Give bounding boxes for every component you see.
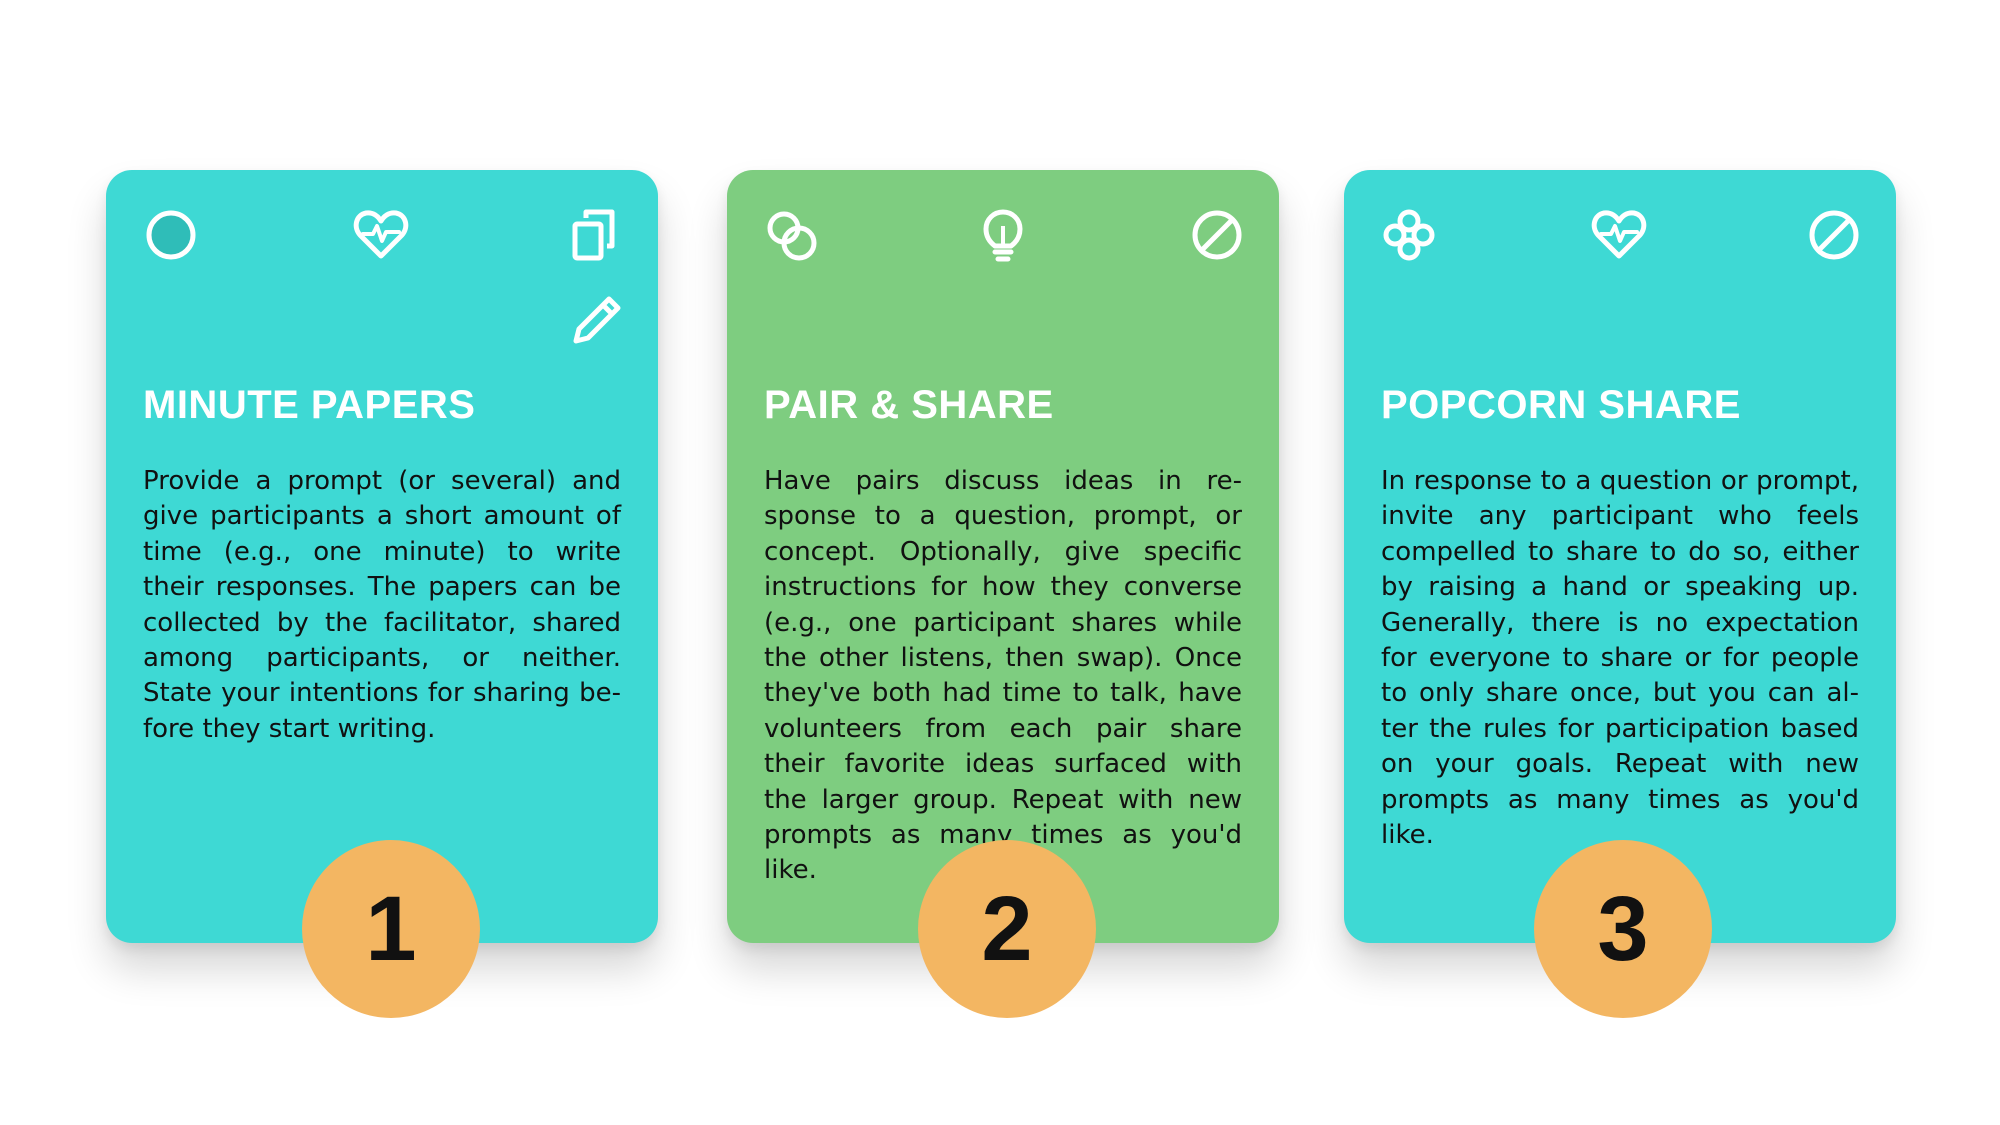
activity-card-pair-share[interactable]: PAIR & SHARE Have pairs discuss ideas in… bbox=[727, 170, 1279, 943]
activity-card-minute-papers[interactable]: MINUTE PAPERS Provide a prompt (or sever… bbox=[106, 170, 658, 943]
activity-card-popcorn-share[interactable]: POPCORN SHARE In response to a question … bbox=[1344, 170, 1896, 943]
step-badge-2: 2 bbox=[918, 840, 1096, 1018]
heartbeat-icon bbox=[352, 206, 410, 264]
copy-icon bbox=[566, 206, 624, 264]
card-title: MINUTE PAPERS bbox=[143, 383, 476, 427]
slash-circle-icon bbox=[1188, 206, 1246, 264]
circle-cluster-icon bbox=[1380, 206, 1438, 264]
step-badge-3: 3 bbox=[1534, 840, 1712, 1018]
card-description: Have pairs discuss ideas in re­sponse to… bbox=[764, 466, 1242, 886]
pencil-icon bbox=[566, 291, 624, 349]
card-description: In response to a question or prompt, inv… bbox=[1381, 466, 1859, 851]
slash-circle-icon bbox=[1805, 206, 1863, 264]
circle-icon bbox=[142, 206, 200, 264]
heartbeat-icon bbox=[1590, 206, 1648, 264]
card-title: POPCORN SHARE bbox=[1381, 383, 1741, 427]
step-badge-1: 1 bbox=[302, 840, 480, 1018]
card-title: PAIR & SHARE bbox=[764, 383, 1054, 427]
lightbulb-icon bbox=[974, 206, 1032, 264]
overlapping-circles-icon bbox=[763, 206, 821, 264]
card-description: Provide a prompt (or several) and give p… bbox=[143, 466, 621, 744]
